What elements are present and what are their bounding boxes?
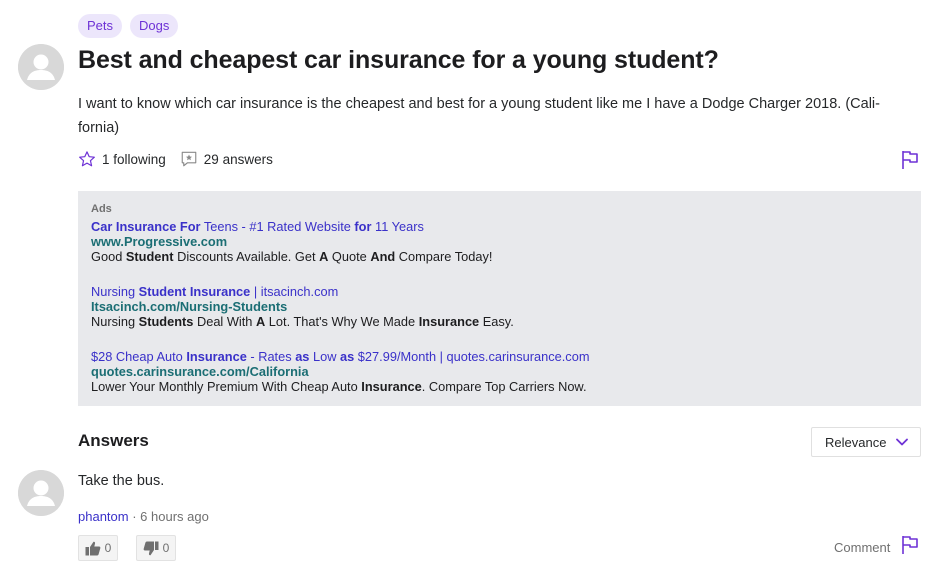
ads-block: Ads Car Insurance For Teens - #1 Rated W… <box>78 191 921 406</box>
ad-description-segment: Deal With <box>193 314 256 329</box>
sort-dropdown[interactable]: Relevance <box>811 427 921 457</box>
answers-count: 29 answers <box>203 151 273 167</box>
ad-url-link[interactable]: quotes.carinsurance.com/California <box>91 364 908 379</box>
tag-dogs[interactable]: Dogs <box>130 14 179 38</box>
ad-title-link[interactable]: $28 Cheap Auto Insurance - Rates as Low … <box>91 349 908 364</box>
ad-title-segment: | itsacinch.com <box>250 284 339 299</box>
ad-description-segment: A <box>319 249 329 264</box>
ad-description-segment: Good <box>91 249 126 264</box>
ad-description-segment: And <box>370 249 396 264</box>
ad-title-segment: Nursing <box>91 284 139 299</box>
ad-title-segment: Student Insurance <box>138 284 251 299</box>
ad-description: Good Student Discounts Available. Get A … <box>91 249 908 264</box>
user-avatar-icon <box>18 44 64 90</box>
question-body: I want to know which car insurance is th… <box>78 96 880 136</box>
thumbs-up-icon <box>85 541 101 555</box>
ad-description-segment: Easy. <box>479 314 514 329</box>
ad-description-segment: Nursing <box>91 314 139 329</box>
ad-description-segment: Student <box>125 249 174 264</box>
answer-author-avatar[interactable] <box>18 470 64 516</box>
ad-title-segment: $28 Cheap Auto <box>91 349 187 364</box>
ad-url-link[interactable]: www.Progressive.com <box>91 234 908 249</box>
thumbs-down-icon <box>143 541 159 555</box>
question-meta: 1 following 29 answers <box>78 150 287 168</box>
answer-author-link[interactable]: phantom <box>78 509 129 524</box>
ad-title-segment: 11 Years <box>371 219 424 234</box>
answer-time: 6 hours ago <box>140 509 209 524</box>
ad-title-segment: Low <box>309 349 341 364</box>
ad-item[interactable]: Nursing Student Insurance | itsacinch.co… <box>91 284 908 329</box>
tag-list: Pets Dogs <box>78 14 179 38</box>
chevron-down-icon <box>896 438 908 446</box>
ad-title-segment: Teens - #1 Rated Website <box>200 219 355 234</box>
ad-description-segment: . Compare Top Carriers Now. <box>421 379 587 394</box>
downvote-button[interactable]: 0 <box>136 535 176 561</box>
ad-description: Nursing Students Deal With A Lot. That's… <box>91 314 908 329</box>
comment-button[interactable]: Comment <box>834 540 890 555</box>
ad-item[interactable]: $28 Cheap Auto Insurance - Rates as Low … <box>91 349 908 394</box>
star-outline-icon <box>79 151 95 167</box>
ad-title-link[interactable]: Car Insurance For Teens - #1 Rated Websi… <box>91 219 908 234</box>
ad-title-link[interactable]: Nursing Student Insurance | itsacinch.co… <box>91 284 908 299</box>
upvote-button[interactable]: 0 <box>78 535 118 561</box>
question-author-avatar[interactable] <box>18 44 64 90</box>
ad-description-segment: Students <box>138 314 194 329</box>
answers-star-icon <box>181 151 197 167</box>
answers-count-link[interactable]: 29 answers <box>180 150 273 168</box>
ad-title-segment: - Rates <box>246 349 296 364</box>
ad-title-segment: Insurance <box>186 349 247 364</box>
tag-pets[interactable]: Pets <box>78 14 123 38</box>
ad-description-segment: A <box>256 314 266 329</box>
ad-title-segment: Car Insurance For <box>91 219 201 234</box>
ad-title-segment: for <box>354 219 372 234</box>
ad-description-segment: Lower Your Monthly Premium With Cheap Au… <box>91 379 362 394</box>
report-answer-button[interactable] <box>901 535 919 560</box>
ad-description-segment: Insurance <box>418 314 480 329</box>
ad-title-segment: as <box>340 349 355 364</box>
downvote-count: 0 <box>162 541 170 555</box>
flag-icon <box>902 151 918 169</box>
following-count: 1 following <box>102 151 166 167</box>
flag-icon <box>902 536 918 554</box>
ad-description-segment: Lot. That's Why We Made <box>265 314 419 329</box>
ad-description-segment: Compare Today! <box>395 249 493 264</box>
answers-heading: Answers <box>78 431 149 450</box>
upvote-count: 0 <box>104 541 112 555</box>
answer-meta: phantom · 6 hours ago <box>78 509 209 524</box>
ad-description-segment: Discounts Available. Get <box>173 249 320 264</box>
question-title: Best and cheapest car insurance for a yo… <box>78 46 719 74</box>
ad-description: Lower Your Monthly Premium With Cheap Au… <box>91 379 908 394</box>
report-question-button[interactable] <box>901 150 919 175</box>
ad-description-segment: Insurance <box>361 379 422 394</box>
meta-separator: · <box>128 509 141 524</box>
ad-url-link[interactable]: Itsacinch.com/Nursing-Students <box>91 299 908 314</box>
follow-button[interactable]: 1 following <box>78 150 166 168</box>
sort-label: Relevance <box>825 434 887 450</box>
ad-description-segment: Quote <box>328 249 371 264</box>
ads-label: Ads <box>91 203 112 215</box>
ad-item[interactable]: Car Insurance For Teens - #1 Rated Websi… <box>91 219 908 264</box>
ad-title-segment: $27.99/Month | quotes.carinsurance.com <box>354 349 590 364</box>
ad-title-segment: as <box>295 349 310 364</box>
user-avatar-icon <box>18 470 64 516</box>
answer-text: Take the bus. <box>78 473 165 489</box>
